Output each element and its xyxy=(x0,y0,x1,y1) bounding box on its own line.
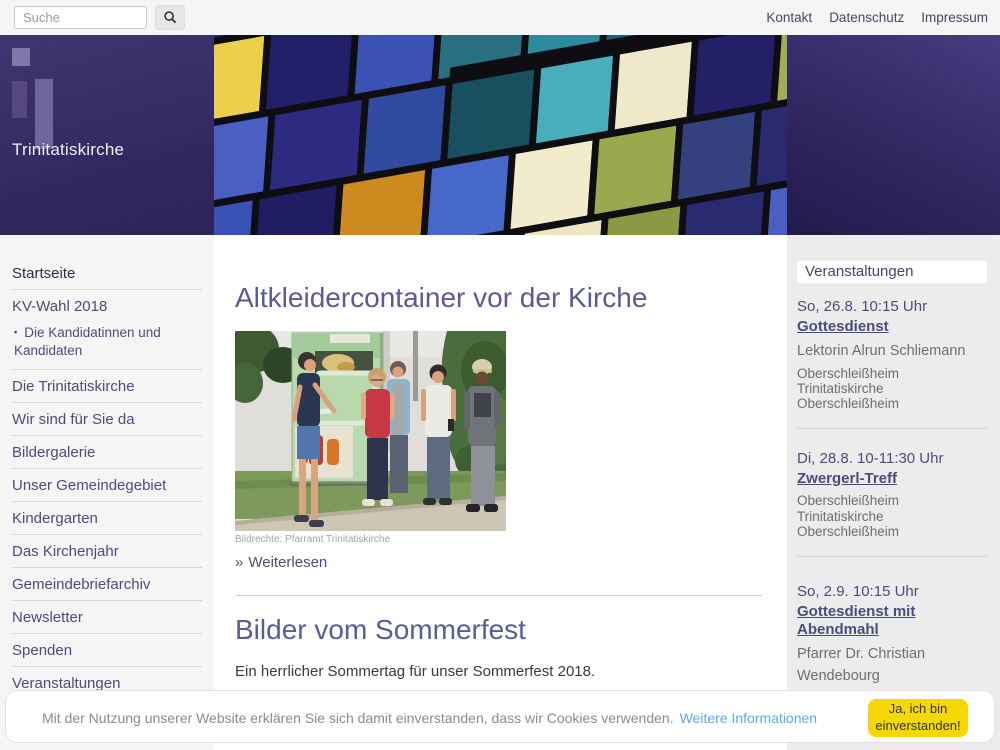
logo-square-icon xyxy=(12,48,30,66)
sidebar-item-gemeindegebiet[interactable]: Unser Gemeindegebiet xyxy=(12,469,202,501)
event-link[interactable]: Zwergerl-Treff xyxy=(797,470,897,489)
link-datenschutz[interactable]: Datenschutz xyxy=(829,10,904,25)
sidebar-item-newsletter[interactable]: Newsletter xyxy=(12,601,202,633)
event-date: So, 26.8. 10:15 Uhr xyxy=(797,298,987,315)
search-icon xyxy=(163,10,178,25)
sidebar-item-startseite[interactable]: Startseite xyxy=(12,257,202,289)
bullet-icon: ▪ xyxy=(14,327,17,337)
link-kontakt[interactable]: Kontakt xyxy=(766,10,812,25)
article-intro: Ein herrlicher Sommertag für unser Somme… xyxy=(235,663,762,680)
cookie-message: Mit der Nutzung unserer Website erklären… xyxy=(42,710,674,726)
article-photo xyxy=(235,331,506,531)
cookie-accept-button[interactable]: Ja, ich bin einverstanden! xyxy=(868,699,968,737)
header-stained-glass-image xyxy=(214,35,787,235)
cookie-banner: Mit der Nutzung unserer Website erklären… xyxy=(5,690,995,743)
sidebar-item-kirchenjahr[interactable]: Das Kirchenjahr xyxy=(12,535,202,567)
sidebar-subitem-label: Die Kandidatinnen und Kandidaten xyxy=(14,325,161,358)
event-location: OberschleißheimTrinitatiskircheOberschle… xyxy=(797,493,987,539)
header: Trinitatiskirche xyxy=(0,35,1000,235)
event-date: So, 2.9. 10:15 Uhr xyxy=(797,583,987,600)
double-chevron-icon: » xyxy=(235,554,243,571)
search-input[interactable] xyxy=(14,6,147,29)
photo-caption: Bildrechte: Pfarramt Trinitatiskirche xyxy=(235,534,762,545)
divider xyxy=(235,595,762,596)
events-panel-title: Veranstaltungen xyxy=(797,261,987,283)
top-links: Kontakt Datenschutz Impressum xyxy=(766,0,988,35)
sidebar-item-bildergalerie[interactable]: Bildergalerie xyxy=(12,436,202,468)
article-title-2: Bilder vom Sommerfest xyxy=(235,614,762,646)
left-sidebar: Startseite KV-Wahl 2018 ▪Die Kandidatinn… xyxy=(0,235,214,750)
event-details: Pfarrer Dr. ChristianWendebourg xyxy=(797,645,987,686)
divider xyxy=(797,556,987,557)
top-bar: Kontakt Datenschutz Impressum xyxy=(0,0,1000,35)
event-location: OberschleißheimTrinitatiskircheOberschle… xyxy=(797,366,987,412)
sidebar-item-spenden[interactable]: Spenden xyxy=(12,634,202,666)
main-content: Altkleidercontainer vor der Kirche xyxy=(214,235,787,750)
sidebar-item-gemeindebriefarchiv[interactable]: Gemeindebriefarchiv xyxy=(12,568,202,600)
sidebar-item-wir-sind-fuer-sie-da[interactable]: Wir sind für Sie da xyxy=(12,403,202,435)
readmore-row: » Weiterlesen xyxy=(235,554,762,571)
sidebar-item-kindergarten[interactable]: Kindergarten xyxy=(12,502,202,534)
sidebar-item-trinitatiskirche[interactable]: Die Trinitatiskirche xyxy=(12,370,202,402)
link-impressum[interactable]: Impressum xyxy=(921,10,988,25)
logo-tall-bar-icon xyxy=(35,79,53,149)
sidebar-subitem-kandidaten[interactable]: ▪Die Kandidatinnen und Kandidaten xyxy=(12,322,202,369)
event-item: So, 26.8. 10:15 Uhr Gottesdienst Lektori… xyxy=(797,298,987,412)
site-title: Trinitatiskirche xyxy=(12,140,124,160)
header-right-panel xyxy=(787,35,1000,235)
events-sidebar: Veranstaltungen So, 26.8. 10:15 Uhr Gott… xyxy=(787,235,1000,750)
event-date: Di, 28.8. 10-11:30 Uhr xyxy=(797,450,987,467)
page: Kontakt Datenschutz Impressum Trinitatis… xyxy=(0,0,1000,750)
logo-bar-icon xyxy=(12,81,27,118)
cookie-info-link[interactable]: Weitere Informationen xyxy=(680,710,817,726)
header-brand-panel: Trinitatiskirche xyxy=(0,35,214,235)
event-link[interactable]: Gottesdienst mit Abendmahl xyxy=(797,603,987,641)
readmore-link[interactable]: Weiterlesen xyxy=(248,554,327,571)
divider xyxy=(797,428,987,429)
event-item: Di, 28.8. 10-11:30 Uhr Zwergerl-Treff Ob… xyxy=(797,450,987,540)
article-title: Altkleidercontainer vor der Kirche xyxy=(235,282,762,314)
content-layout: Startseite KV-Wahl 2018 ▪Die Kandidatinn… xyxy=(0,235,1000,750)
event-details: Lektorin Alrun Schliemann xyxy=(797,342,987,361)
sidebar-item-kv-wahl[interactable]: KV-Wahl 2018 xyxy=(12,290,202,322)
cookie-message-row: Mit der Nutzung unserer Website erklären… xyxy=(42,691,817,744)
search-button[interactable] xyxy=(155,5,185,30)
event-link[interactable]: Gottesdienst xyxy=(797,318,889,337)
